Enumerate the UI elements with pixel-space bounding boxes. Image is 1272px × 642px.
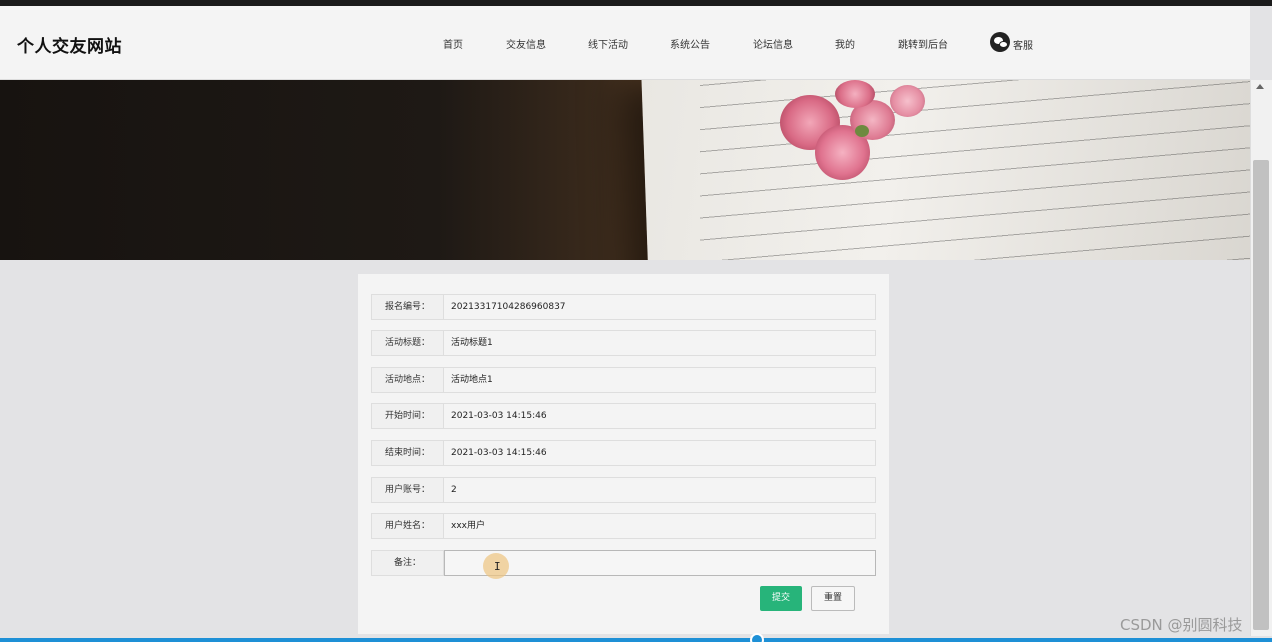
submit-button[interactable]: 提交 bbox=[760, 586, 802, 611]
field-label: 用户账号： bbox=[371, 477, 444, 503]
form-row-activity-location: 活动地点： 活动地点1 bbox=[371, 367, 876, 393]
start-time-field[interactable]: 2021-03-03 14:15:46 bbox=[444, 403, 876, 429]
registration-form: 报名编号： 20213317104286960837 活动标题： 活动标题1 活… bbox=[358, 274, 889, 634]
bottom-progress-line bbox=[0, 638, 1272, 642]
nav-item-forum[interactable]: 论坛信息 bbox=[753, 36, 793, 51]
page-scrollbar[interactable] bbox=[1250, 80, 1272, 636]
form-row-user-account: 用户账号： 2 bbox=[371, 477, 876, 503]
form-row-activity-title: 活动标题： 活动标题1 bbox=[371, 330, 876, 356]
customer-service-button[interactable]: 客服 bbox=[990, 32, 1033, 52]
field-label: 备注： bbox=[371, 550, 444, 576]
nav-item-friend-info[interactable]: 交友信息 bbox=[506, 36, 546, 51]
wechat-icon bbox=[990, 32, 1010, 52]
nav-item-announcement[interactable]: 系统公告 bbox=[670, 36, 710, 51]
field-label: 开始时间： bbox=[371, 403, 444, 429]
nav-item-admin[interactable]: 跳转到后台 bbox=[898, 36, 948, 51]
nav-item-offline-activity[interactable]: 线下活动 bbox=[588, 36, 628, 51]
field-label: 活动地点： bbox=[371, 367, 444, 393]
scroll-up-arrow-icon[interactable] bbox=[1256, 84, 1264, 89]
scrollbar-thumb[interactable] bbox=[1253, 160, 1269, 630]
form-row-registration-number: 报名编号： 20213317104286960837 bbox=[371, 294, 876, 320]
banner-flower bbox=[835, 80, 875, 108]
reset-button[interactable]: 重置 bbox=[811, 586, 855, 611]
bottom-progress-handle[interactable] bbox=[750, 633, 764, 642]
user-account-field[interactable]: 2 bbox=[444, 477, 876, 503]
banner-flower bbox=[890, 85, 925, 117]
site-header: 个人交友网站 首页 交友信息 线下活动 系统公告 论坛信息 我的 跳转到后台 客… bbox=[0, 6, 1250, 80]
user-name-field[interactable]: xxx用户 bbox=[444, 513, 876, 539]
text-cursor-icon: I bbox=[494, 560, 501, 573]
banner-leaf bbox=[855, 125, 869, 137]
registration-number-field[interactable]: 20213317104286960837 bbox=[444, 294, 876, 320]
customer-service-label: 客服 bbox=[1013, 41, 1033, 52]
field-label: 报名编号： bbox=[371, 294, 444, 320]
activity-location-field[interactable]: 活动地点1 bbox=[444, 367, 876, 393]
form-row-start-time: 开始时间： 2021-03-03 14:15:46 bbox=[371, 403, 876, 429]
field-label: 活动标题： bbox=[371, 330, 444, 356]
activity-title-field[interactable]: 活动标题1 bbox=[444, 330, 876, 356]
field-label: 结束时间： bbox=[371, 440, 444, 466]
form-row-user-name: 用户姓名： xxx用户 bbox=[371, 513, 876, 539]
banner-music-staff bbox=[700, 80, 1250, 260]
nav-item-mine[interactable]: 我的 bbox=[835, 36, 855, 51]
hero-banner bbox=[0, 80, 1250, 260]
field-label: 用户姓名： bbox=[371, 513, 444, 539]
watermark: CSDN @别圆科技 bbox=[1120, 616, 1243, 634]
nav-item-home[interactable]: 首页 bbox=[443, 36, 463, 51]
form-row-remarks: 备注： bbox=[371, 550, 876, 576]
main-nav: 首页 交友信息 线下活动 系统公告 论坛信息 我的 跳转到后台 bbox=[0, 36, 1250, 52]
end-time-field[interactable]: 2021-03-03 14:15:46 bbox=[444, 440, 876, 466]
form-row-end-time: 结束时间： 2021-03-03 14:15:46 bbox=[371, 440, 876, 466]
